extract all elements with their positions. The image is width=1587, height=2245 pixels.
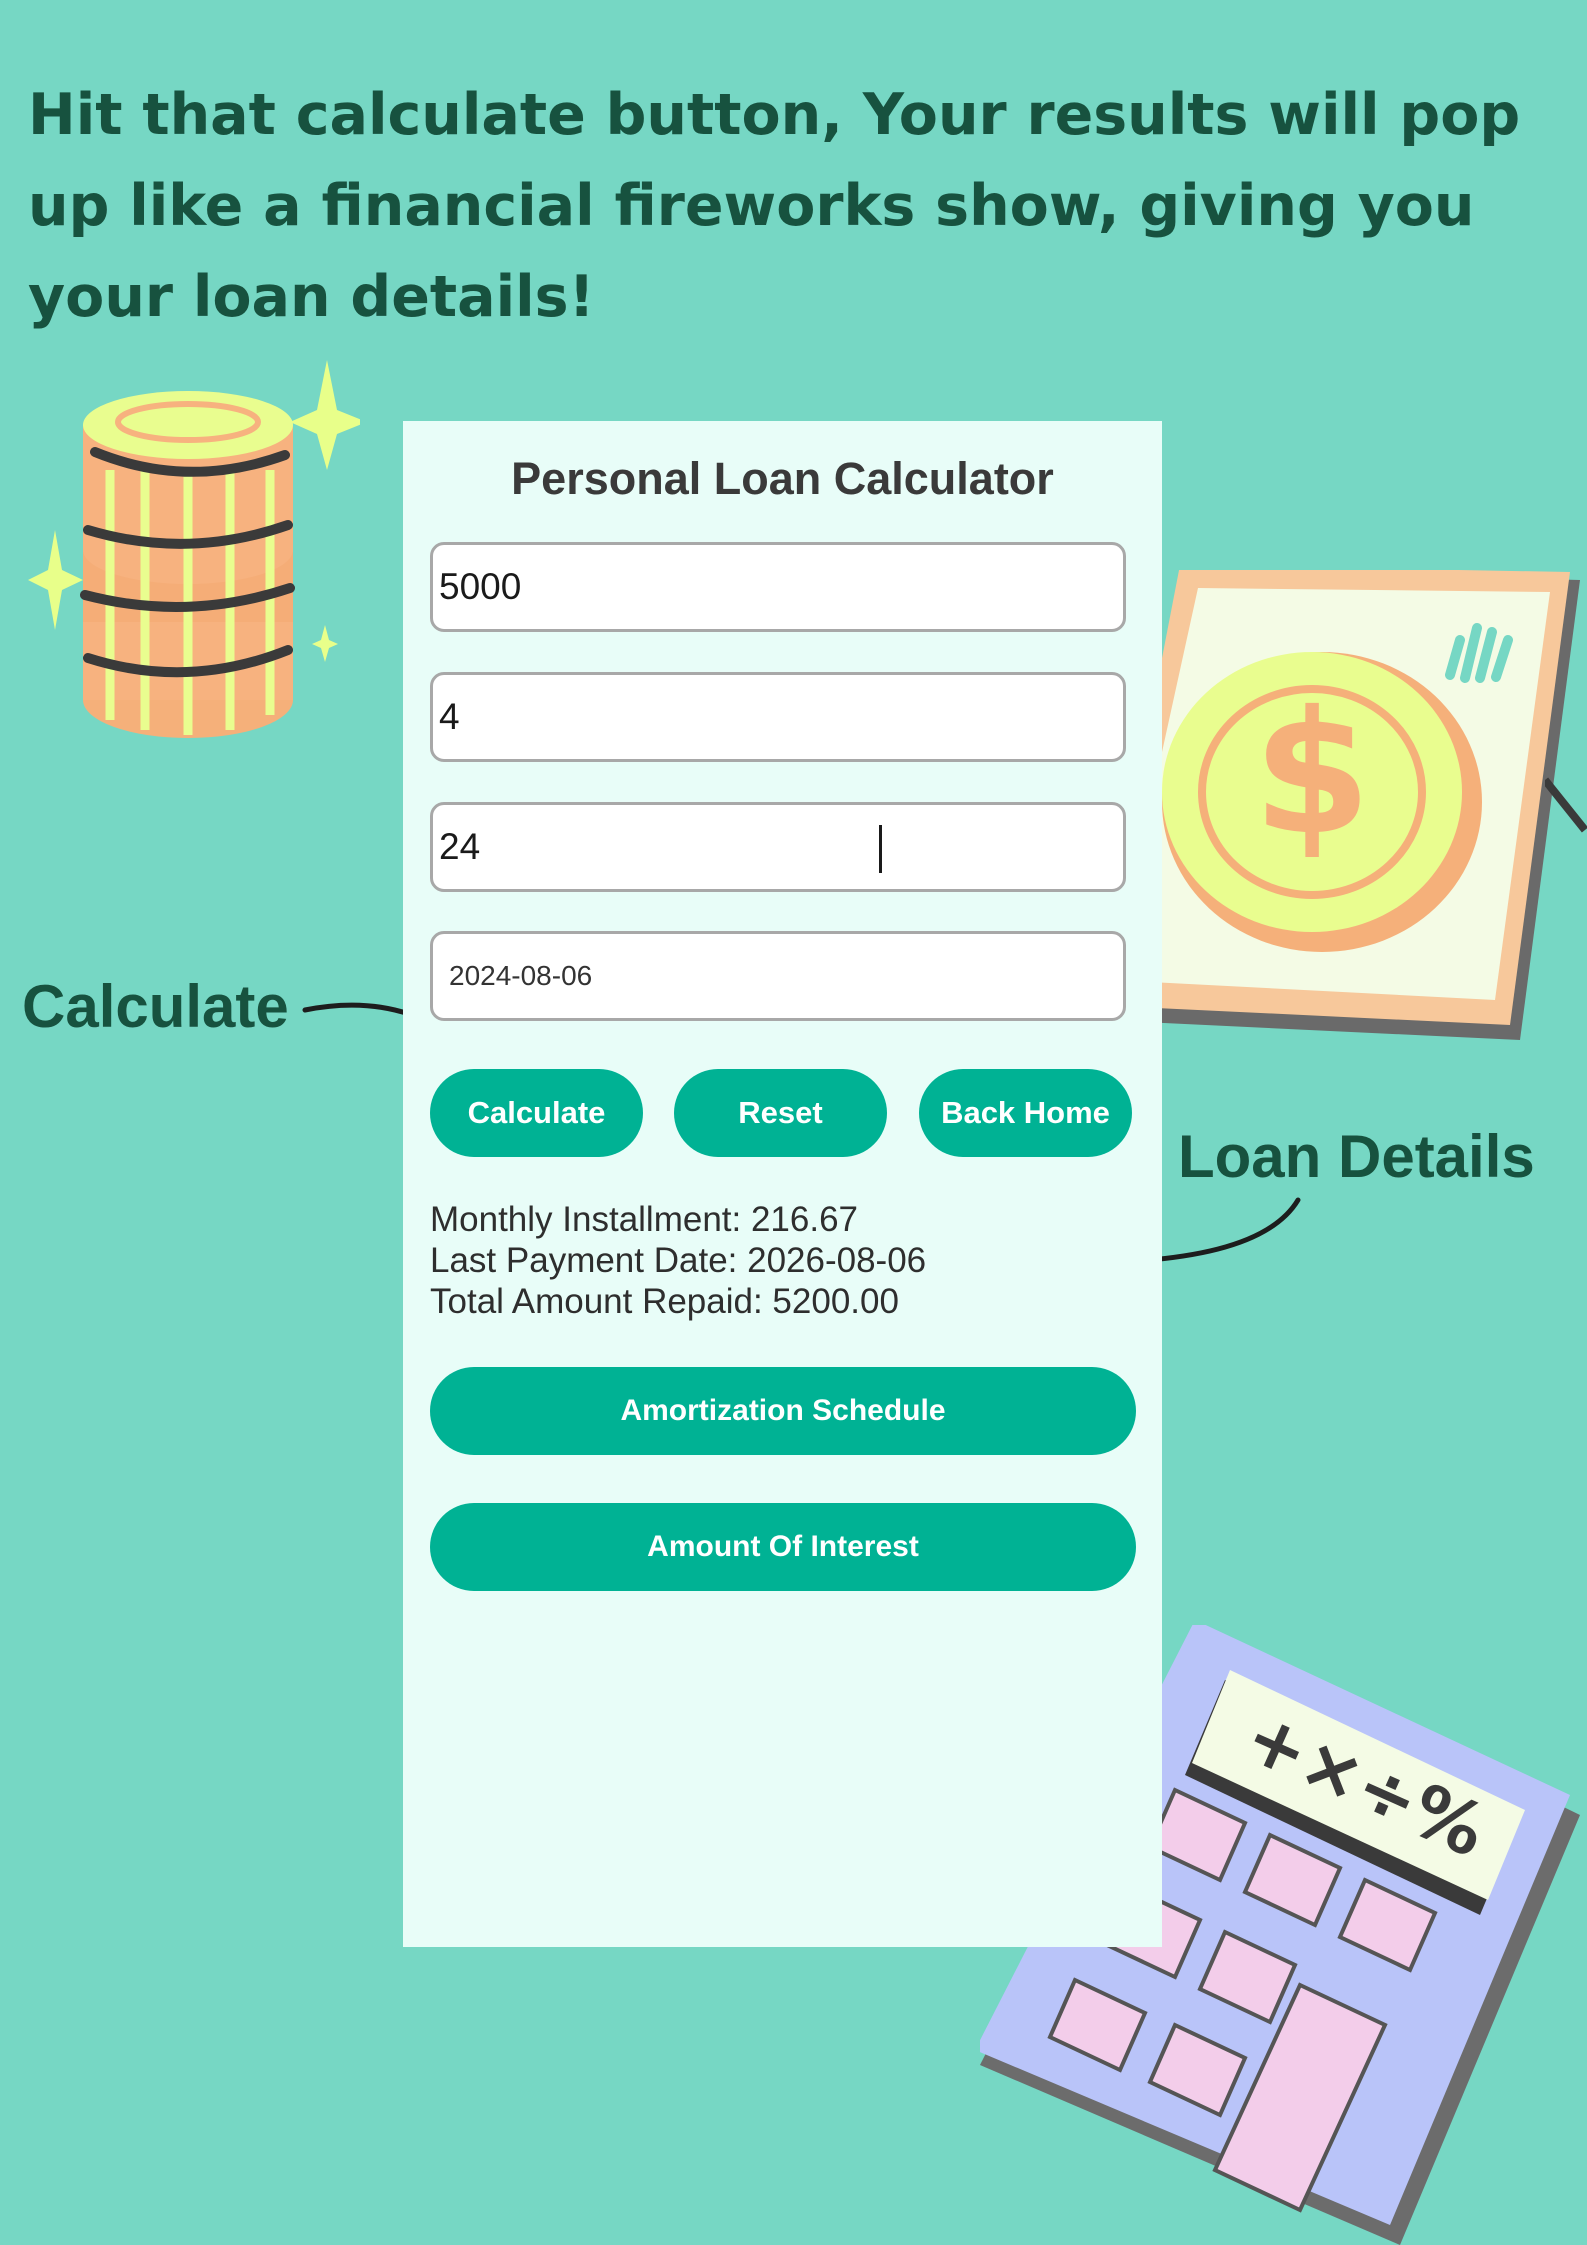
calculate-button[interactable]: Calculate	[430, 1069, 643, 1157]
headline: Hit that calculate button, Your results …	[28, 82, 1521, 330]
loan-calculator-panel: Personal Loan Calculator Calculate Reset…	[403, 421, 1162, 1947]
app-title: Personal Loan Calculator	[511, 453, 1054, 504]
coin-stack-icon	[28, 360, 360, 738]
amount-of-interest-button[interactable]: Amount Of Interest	[430, 1503, 1136, 1591]
card-edge-icon	[1545, 777, 1587, 833]
svg-text:$: $	[1253, 675, 1371, 873]
text-cursor	[879, 825, 882, 873]
dollar-card-icon: $	[1100, 570, 1580, 1040]
loan-term-input[interactable]	[430, 802, 1126, 892]
reset-button[interactable]: Reset	[674, 1069, 887, 1157]
amortization-schedule-button[interactable]: Amortization Schedule	[430, 1367, 1136, 1455]
monthly-installment: Monthly Installment: 216.67	[430, 1200, 859, 1239]
loan-results: Monthly Installment: 216.67 Last Payment…	[430, 1199, 926, 1322]
interest-rate-input[interactable]	[430, 672, 1126, 762]
back-home-button[interactable]: Back Home	[919, 1069, 1132, 1157]
loan-details-annotation: Loan Details	[1178, 1123, 1535, 1190]
total-amount-repaid: Total Amount Repaid: 5200.00	[430, 1282, 899, 1321]
last-payment-date: Last Payment Date: 2026-08-06	[430, 1241, 927, 1280]
start-date-input[interactable]	[430, 931, 1126, 1021]
loan-amount-input[interactable]	[430, 542, 1126, 632]
calculate-annotation: Calculate	[22, 973, 289, 1040]
